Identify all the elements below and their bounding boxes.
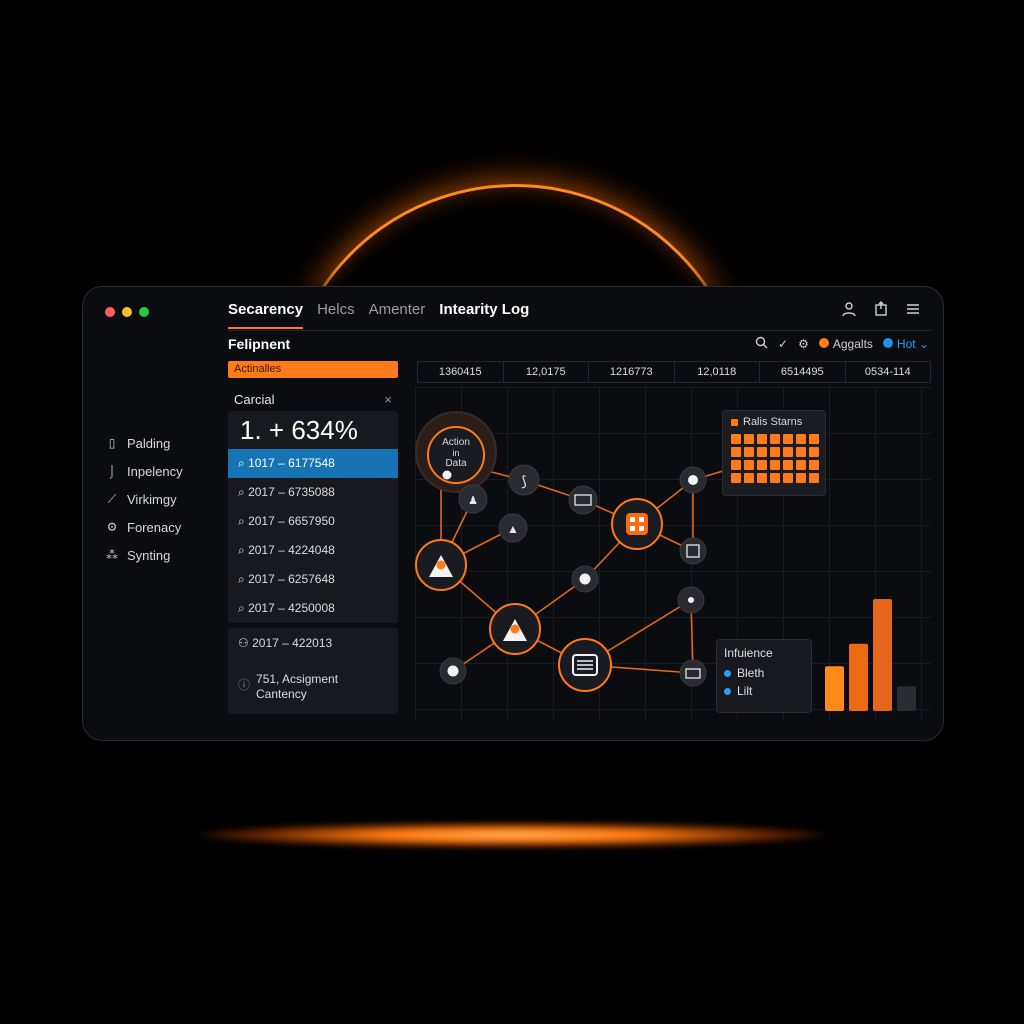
blue-dot-icon (724, 669, 731, 677)
orange-square-icon (731, 418, 738, 426)
heatmap-card: Ralis Starns (722, 410, 826, 496)
floor-glow (200, 822, 824, 848)
bar-chart (825, 599, 916, 711)
heatmap-cell (757, 473, 767, 483)
action-node-label: in (452, 448, 459, 458)
heatmap-cell (757, 434, 767, 444)
graph-node[interactable] (568, 485, 598, 515)
heatmap-cell (744, 473, 754, 483)
heatmap-grid (731, 434, 825, 483)
heatmap-cell (770, 460, 780, 470)
heatmap-cell (809, 473, 819, 483)
heatmap-cell (731, 460, 741, 470)
heatmap-cell (796, 473, 806, 483)
person-icon: ♟ (468, 495, 478, 507)
node-dot (579, 573, 591, 585)
legend-item[interactable]: Lilt (717, 682, 811, 700)
leaf-icon: ⟆ (521, 473, 526, 489)
heatmap-cell (770, 473, 780, 483)
legend-title: Infuience (724, 646, 773, 660)
heatmap-cell (744, 434, 754, 444)
legend-item-label: Bleth (737, 666, 765, 680)
heatmap-title: Ralis Starns (723, 411, 825, 428)
heatmap-cell (744, 460, 754, 470)
heatmap-title-text: Ralis Starns (743, 416, 803, 428)
grid-app-icon (626, 513, 648, 535)
heatmap-cell (731, 473, 741, 483)
heatmap-cell (770, 434, 780, 444)
heatmap-cell (809, 434, 819, 444)
action-node-label: Action (442, 437, 470, 448)
heatmap-cell (809, 447, 819, 457)
heatmap-cell (796, 434, 806, 444)
action-node-label: Data (445, 458, 467, 469)
bar-2 (849, 643, 868, 711)
heatmap-cell (744, 447, 754, 457)
heatmap-cell (757, 447, 767, 457)
blue-dot-icon (724, 687, 731, 695)
graph-node[interactable] (679, 537, 707, 565)
heatmap-cell (783, 434, 793, 444)
graph-node[interactable] (679, 659, 707, 687)
heatmap-cell (757, 460, 767, 470)
heatmap-cell (731, 447, 741, 457)
heatmap-cell (783, 460, 793, 470)
legend-item-label: Lilt (737, 684, 753, 698)
heatmap-cell (770, 447, 780, 457)
person-icon: ▲ (507, 522, 519, 536)
app-window: Secarency Helcs Amenter Intearity Log Fe… (82, 286, 944, 741)
bar-1 (825, 666, 844, 711)
bar-3 (873, 599, 892, 711)
heatmap-cell (796, 460, 806, 470)
node-dot (688, 597, 694, 603)
heatmap-cell (809, 460, 819, 470)
node-dot (447, 665, 459, 677)
heatmap-cell (796, 447, 806, 457)
network-graph: Action in Data ⌂ ▲ ♟ ⟆ (415, 411, 724, 692)
influence-legend: Infuience Bleth Lilt (716, 639, 812, 713)
node-dot (688, 475, 698, 485)
bar-4 (897, 686, 916, 711)
action-node-dot (442, 470, 452, 480)
heatmap-cell (731, 434, 741, 444)
graph-nodes: Action in Data ⌂ ▲ ♟ ⟆ (415, 411, 707, 692)
legend-item[interactable]: Bleth (717, 664, 811, 682)
heatmap-cell (783, 447, 793, 457)
heatmap-cell (783, 473, 793, 483)
